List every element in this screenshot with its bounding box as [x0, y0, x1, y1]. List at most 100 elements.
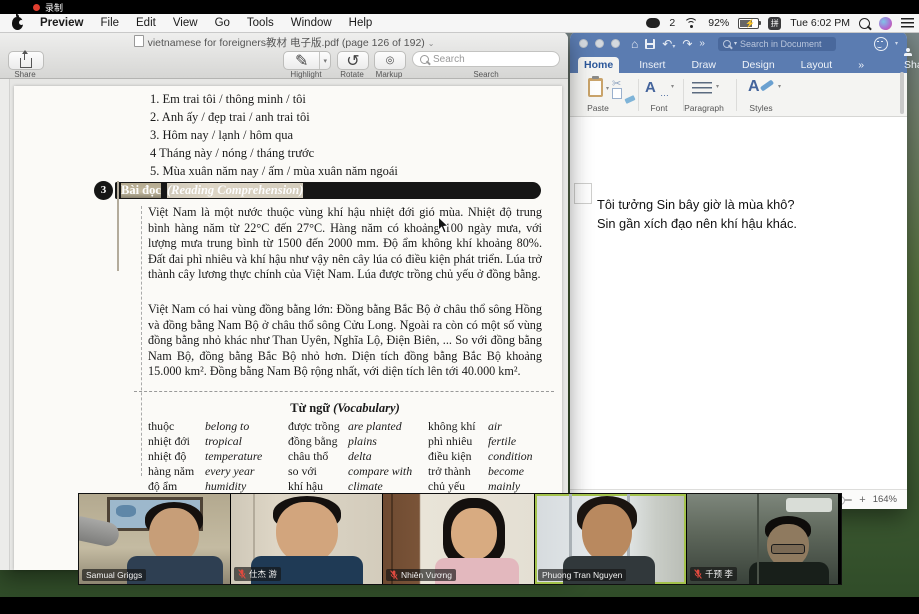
tabs-overflow-icon[interactable]: »: [852, 57, 870, 73]
participant-name: 千预 李: [705, 568, 733, 580]
preview-sidebar-edge: [0, 79, 10, 570]
participant-nametag: Samual Griggs: [82, 569, 146, 581]
undo-icon[interactable]: ↶▾: [662, 38, 675, 50]
ribbon: ▾ ✂ Paste A … ▾ Font ▾ Paragraph A ▾ Sty…: [570, 73, 907, 117]
menu-window[interactable]: Window: [291, 17, 332, 29]
vocab-row: nhiệt độtemperature châu thổdelta điều k…: [148, 449, 558, 464]
preview-toolbar: vietnamese for foreigners教材 电子版.pdf (pag…: [0, 32, 568, 79]
apple-menu-icon[interactable]: [12, 17, 23, 30]
preview-search-input[interactable]: Search: [412, 51, 560, 67]
participant-tile[interactable]: Nhiên Vương: [383, 494, 534, 584]
markup-button[interactable]: ◎: [374, 51, 406, 70]
mouse-cursor: [437, 216, 450, 240]
page-corner-mark: [574, 183, 592, 204]
menu-tools[interactable]: Tools: [247, 17, 274, 29]
zoom-in-icon[interactable]: +: [859, 494, 865, 506]
mic-muted-icon: [694, 569, 702, 579]
vocab-row: thuộcbelong to được trồngare planted khô…: [148, 419, 558, 434]
paragraph-label: Paragraph: [676, 103, 732, 113]
participant-nametag: Phuong Tran Nguyen: [538, 569, 626, 581]
toolbar-overflow-icon[interactable]: »: [699, 39, 705, 49]
battery-icon[interactable]: ⚡: [738, 18, 759, 29]
paste-chevron-icon[interactable]: ▾: [606, 85, 609, 92]
styles-icon[interactable]: A: [748, 78, 760, 96]
word-titlebar: ⌂ ↶▾ ↷ » ▾Search in Document ▾: [570, 32, 907, 55]
preview-window-title[interactable]: vietnamese for foreigners教材 电子版.pdf (pag…: [0, 35, 568, 50]
word-document-area[interactable]: Tôi tưởng Sin bây giờ là mùa khô? Sin gầ…: [570, 117, 907, 489]
highlight-button[interactable]: ✎▾: [283, 51, 331, 70]
chat-icon[interactable]: [646, 18, 660, 28]
tab-draw[interactable]: Draw: [685, 57, 722, 73]
window-close-button[interactable]: [579, 39, 588, 48]
tab-design[interactable]: Design: [736, 57, 781, 73]
save-icon[interactable]: [645, 39, 655, 49]
share-button[interactable]: Share: [898, 45, 919, 73]
share-icon: [20, 58, 32, 68]
exercise-item: 2. Anh ấy / đẹp trai / anh trai tôi: [150, 110, 310, 125]
feedback-smiley-icon[interactable]: [874, 37, 888, 51]
menu-help[interactable]: Help: [349, 17, 373, 29]
zoom-level[interactable]: 164%: [873, 494, 897, 505]
screen-recording-bar: 录制: [0, 0, 919, 14]
search-placeholder: Search: [433, 54, 465, 65]
section-subtitle: (Reading Comprehension): [167, 183, 303, 198]
mic-muted-icon: [390, 570, 398, 580]
title-chevron-icon[interactable]: ⌄: [428, 39, 435, 48]
participant-tile[interactable]: Samual Griggs: [79, 494, 230, 584]
recording-label: 录制: [45, 1, 63, 14]
reading-paragraph-2: Việt Nam có hai vùng đồng bằng lớn: Đồng…: [148, 302, 542, 380]
menu-clock[interactable]: Tue 6:02 PM: [790, 17, 850, 29]
participant-tile[interactable]: 千预 李: [687, 494, 838, 584]
share-button[interactable]: [8, 51, 44, 70]
search-icon: [723, 40, 731, 48]
participant-tile[interactable]: 仕杰 游: [231, 494, 382, 584]
document-line[interactable]: Sin gần xích đạo nên khí hậu khác.: [597, 216, 797, 231]
redo-icon[interactable]: ↷: [682, 38, 692, 50]
paragraph-icon[interactable]: [692, 82, 712, 94]
menu-app-name[interactable]: Preview: [40, 17, 83, 29]
participant-name: 仕杰 游: [249, 568, 277, 580]
rotate-button[interactable]: ↺: [337, 51, 369, 70]
highlight-chevron-icon[interactable]: ▾: [319, 52, 330, 69]
participant-tile-active-speaker[interactable]: Phuong Tran Nguyen: [535, 494, 686, 584]
siri-icon[interactable]: [879, 17, 892, 30]
input-method-icon[interactable]: 拼: [768, 17, 781, 30]
menu-file[interactable]: File: [100, 17, 119, 29]
menu-view[interactable]: View: [173, 17, 198, 29]
document-line[interactable]: Tôi tưởng Sin bây giờ là mùa khô?: [597, 197, 795, 212]
styles-label: Styles: [738, 103, 784, 113]
wifi-icon[interactable]: [684, 18, 699, 29]
share-button-label: Share: [8, 70, 42, 79]
menu-go[interactable]: Go: [215, 17, 230, 29]
paragraph-chevron-icon[interactable]: ▾: [716, 83, 719, 90]
menu-edit[interactable]: Edit: [136, 17, 156, 29]
share-person-icon: [904, 48, 912, 56]
vocabulary-title: Từ ngữ (Vocabulary): [148, 401, 542, 416]
participant-nametag: 千预 李: [690, 567, 737, 581]
participant-nametag: 仕杰 游: [234, 567, 281, 581]
window-zoom-button[interactable]: [611, 39, 620, 48]
font-chevron-icon[interactable]: ▾: [671, 83, 674, 90]
search-icon: [420, 55, 429, 64]
participant-nametag: Nhiên Vương: [386, 569, 456, 581]
spotlight-search-icon[interactable]: [859, 18, 870, 29]
styles-chevron-icon[interactable]: ▾: [778, 83, 781, 90]
font-icon[interactable]: A: [645, 79, 656, 96]
bottom-letterbox-bar: [0, 597, 919, 614]
document-scrollbar[interactable]: [900, 72, 904, 114]
home-icon[interactable]: ⌂: [631, 38, 638, 50]
ribbon-tab-bar: Home Insert Draw Design Layout » Share ⌃: [570, 55, 907, 73]
notification-center-icon[interactable]: [901, 18, 914, 28]
copy-icon[interactable]: [612, 88, 622, 99]
tab-layout[interactable]: Layout: [795, 57, 839, 73]
word-search-input[interactable]: ▾Search in Document: [718, 37, 836, 51]
tab-home[interactable]: Home: [578, 57, 619, 73]
section-header: 3 Bài đọc (Reading Comprehension): [95, 181, 541, 199]
pdf-file-icon: [134, 35, 144, 47]
window-minimize-button[interactable]: [595, 39, 604, 48]
recording-dot-icon: [33, 4, 40, 11]
font-dots: …: [660, 88, 670, 98]
paste-icon[interactable]: [588, 78, 603, 97]
tab-insert[interactable]: Insert: [633, 57, 671, 73]
markup-icon: ◎: [386, 55, 395, 66]
